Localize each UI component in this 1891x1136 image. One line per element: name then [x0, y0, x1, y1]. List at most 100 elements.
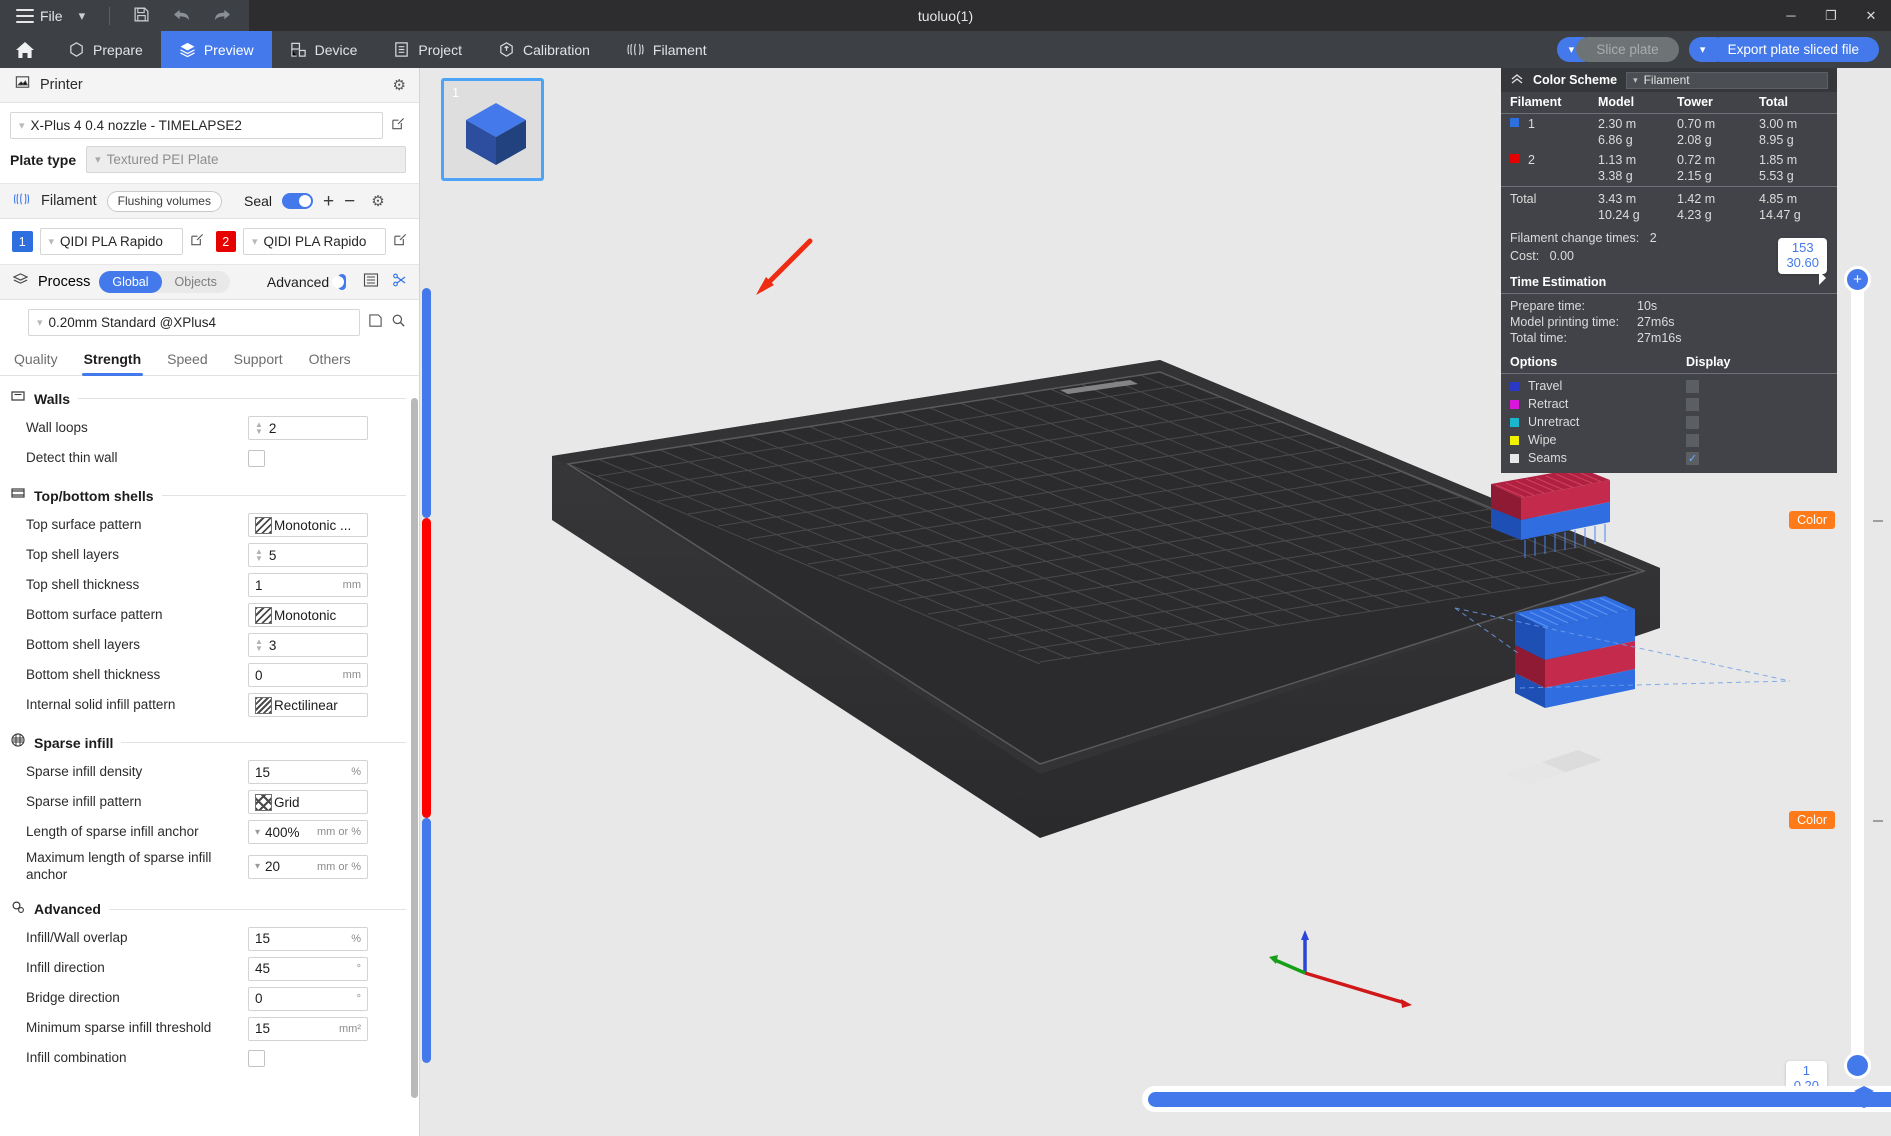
cell-total-1: 3.00 m 8.95 g: [1759, 117, 1798, 147]
edit-filament-2-icon[interactable]: [393, 232, 408, 251]
filament-slot-2-badge[interactable]: 2: [215, 231, 236, 252]
input-min-sparse-infill-threshold[interactable]: 15 mm²: [248, 1016, 368, 1041]
select-bottom-surface-pattern[interactable]: Monotonic: [248, 603, 368, 627]
input-bottom-shell-layers[interactable]: ▲ ▼ 3: [248, 633, 368, 657]
layer-slider-track[interactable]: [1851, 273, 1864, 1073]
input-bridge-direction[interactable]: 0 °: [248, 986, 368, 1011]
redo-icon[interactable]: [213, 7, 232, 25]
filament-settings-gear-icon[interactable]: ⚙: [371, 192, 384, 210]
input-infill-wall-overlap[interactable]: 15 %: [248, 926, 368, 951]
export-plate-button[interactable]: Export plate sliced file: [1707, 37, 1879, 62]
process-scope-segment[interactable]: Global Objects: [99, 271, 230, 293]
filament-slot-1-select[interactable]: ▾ QIDI PLA Rapido: [39, 228, 183, 255]
plate-type-select[interactable]: ▾ Textured PEI Plate: [86, 146, 406, 173]
spinner-icon[interactable]: ▲ ▼: [255, 548, 263, 563]
option-row-wipe[interactable]: Wipe: [1501, 431, 1837, 449]
edit-filament-1-icon[interactable]: [190, 232, 205, 251]
nav-item-prepare[interactable]: Prepare: [50, 31, 161, 68]
select-max-length-sparse-infill-anchor[interactable]: ▾ 20 mm or %: [248, 854, 368, 879]
file-menu-group[interactable]: File ▾: [0, 0, 250, 31]
layers-view-button[interactable]: [1851, 1083, 1877, 1114]
layer-slider-upper-handle[interactable]: +: [1844, 266, 1871, 293]
segment-global[interactable]: Global: [99, 271, 162, 293]
label-bottom-surface-pattern: Bottom surface pattern: [26, 606, 163, 622]
gear-icon[interactable]: ⚙: [393, 76, 406, 94]
export-plate-split-button[interactable]: ▾ Export plate sliced file: [1688, 37, 1879, 62]
chevron-up-icon[interactable]: [1510, 73, 1524, 88]
minimize-icon[interactable]: ─: [1771, 0, 1811, 31]
checkbox-infill-combination[interactable]: [248, 1050, 265, 1068]
select-sparse-infill-pattern[interactable]: Grid: [248, 790, 368, 814]
advanced-toggle[interactable]: [332, 274, 346, 290]
display-checkbox-travel[interactable]: [1686, 379, 1699, 393]
option-row-travel[interactable]: Travel: [1501, 377, 1837, 395]
tab-others[interactable]: Others: [309, 351, 351, 375]
3d-viewport[interactable]: 1 Color Scheme ▾ Filament Filament Model…: [420, 68, 1891, 1136]
row-bottom-shell-layers: Bottom shell layers ▲ ▼ 3: [0, 630, 420, 660]
nav-item-project[interactable]: Project: [375, 31, 480, 68]
sidebar-scrollbar[interactable]: [411, 398, 418, 1098]
seal-toggle[interactable]: [282, 193, 314, 209]
input-top-shell-layers[interactable]: ▲ ▼ 5: [248, 543, 368, 567]
input-sparse-infill-density[interactable]: 15 %: [248, 760, 368, 784]
filament-2-color-swatch: [1510, 154, 1519, 163]
label-wall-loops: Wall loops: [26, 419, 88, 435]
filament-slot-2-select[interactable]: ▾ QIDI PLA Rapido: [243, 228, 386, 255]
nav-item-preview[interactable]: Preview: [160, 31, 272, 68]
display-checkbox-seams[interactable]: ✓: [1686, 451, 1699, 465]
slice-plate-split-button[interactable]: ▾ Slice plate: [1557, 37, 1679, 62]
spinner-icon[interactable]: ▲ ▼: [255, 638, 263, 653]
nav-item-filament[interactable]: Filament: [608, 31, 725, 68]
select-internal-solid-infill-pattern[interactable]: Rectilinear: [248, 693, 368, 717]
nav-item-device[interactable]: Device: [272, 31, 376, 68]
edit-printer-icon[interactable]: [391, 116, 406, 135]
input-bottom-shell-thickness[interactable]: 0 mm: [248, 663, 368, 687]
select-length-sparse-infill-anchor[interactable]: ▾ 400% mm or %: [248, 820, 368, 844]
display-checkbox-retract[interactable]: [1686, 397, 1699, 411]
input-wall-loops[interactable]: ▲ ▼ 2: [248, 416, 368, 440]
slice-plate-button[interactable]: Slice plate: [1576, 37, 1679, 62]
tab-strength[interactable]: Strength: [81, 351, 143, 376]
layer-slider-lower-handle[interactable]: [1844, 1052, 1871, 1079]
checkbox-detect-thin-wall[interactable]: [248, 449, 265, 467]
compare-icon[interactable]: [392, 272, 408, 293]
option-row-retract[interactable]: Retract: [1501, 395, 1837, 413]
file-menu-label[interactable]: File: [40, 8, 63, 24]
moves-slider[interactable]: [1142, 1086, 1891, 1112]
save-icon[interactable]: [133, 6, 150, 26]
hamburger-icon[interactable]: [16, 8, 34, 23]
close-icon[interactable]: ✕: [1851, 0, 1891, 31]
flushing-volumes-button[interactable]: Flushing volumes: [106, 190, 222, 212]
input-top-shell-thickness[interactable]: 1 mm: [248, 573, 368, 597]
search-icon[interactable]: [391, 313, 406, 333]
tab-speed[interactable]: Speed: [167, 351, 207, 375]
segment-objects[interactable]: Objects: [162, 271, 230, 293]
add-filament-button[interactable]: +: [323, 192, 334, 211]
maximize-icon[interactable]: ❐: [1811, 0, 1851, 31]
list-view-icon[interactable]: [363, 272, 379, 293]
option-row-unretract[interactable]: Unretract: [1501, 413, 1837, 431]
unit-infill-direction: °: [356, 962, 361, 975]
select-top-surface-pattern[interactable]: Monotonic ...: [248, 513, 368, 537]
process-preset-select[interactable]: ▾ 0.20mm Standard @XPlus4: [28, 309, 360, 336]
display-checkbox-unretract[interactable]: [1686, 415, 1699, 429]
color-change-tag-upper[interactable]: Color: [1789, 511, 1835, 529]
chevron-down-icon[interactable]: ▾: [79, 8, 86, 24]
color-change-tag-lower[interactable]: Color: [1789, 811, 1835, 829]
home-icon[interactable]: [0, 31, 50, 68]
display-checkbox-wipe[interactable]: [1686, 433, 1699, 447]
nav-item-calibration[interactable]: Calibration: [480, 31, 608, 68]
input-infill-direction[interactable]: 45 °: [248, 956, 368, 981]
tab-quality[interactable]: Quality: [14, 351, 58, 375]
row-detect-thin-wall: Detect thin wall: [0, 443, 420, 473]
spinner-icon[interactable]: ▲ ▼: [255, 421, 263, 436]
plus-icon: +: [1853, 271, 1862, 288]
printer-preset-select[interactable]: ▾ X-Plus 4 0.4 nozzle - TIMELAPSE2: [10, 112, 383, 139]
color-scheme-select[interactable]: ▾ Filament: [1626, 71, 1828, 89]
filament-slot-1-badge[interactable]: 1: [12, 231, 33, 252]
option-row-seams[interactable]: Seams ✓: [1501, 449, 1837, 467]
remove-filament-button[interactable]: −: [344, 192, 355, 211]
tab-support[interactable]: Support: [234, 351, 283, 375]
undo-icon[interactable]: [172, 7, 191, 25]
save-preset-icon[interactable]: [368, 313, 383, 333]
